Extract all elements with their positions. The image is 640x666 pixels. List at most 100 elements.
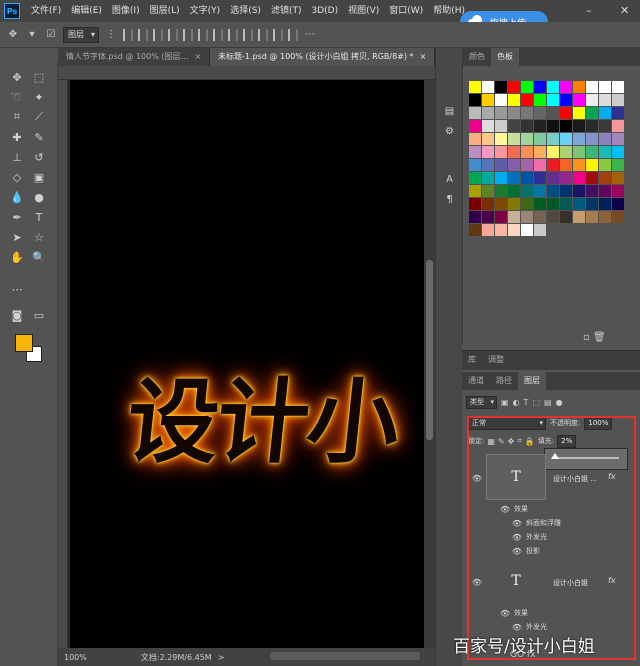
menu-select[interactable]: 选择(S): [225, 0, 266, 22]
screen-mode-icon[interactable]: ▭: [30, 306, 48, 324]
color-swatch[interactable]: [612, 159, 624, 171]
align-middle-icon[interactable]: [183, 28, 193, 41]
lock-transparent-icon[interactable]: ▦: [487, 437, 495, 446]
color-swatch[interactable]: [586, 133, 598, 145]
minimize-button[interactable]: –: [586, 4, 592, 17]
color-swatch[interactable]: [547, 211, 559, 223]
align-center-icon[interactable]: [138, 28, 148, 41]
lasso-tool-icon[interactable]: ➰: [8, 88, 26, 106]
color-swatch[interactable]: [508, 172, 520, 184]
effect-outer-glow[interactable]: 外发光: [526, 532, 547, 542]
color-swatch[interactable]: [482, 211, 494, 223]
menu-type[interactable]: 文字(Y): [185, 0, 226, 22]
color-swatch[interactable]: [495, 133, 507, 145]
color-swatch[interactable]: [534, 107, 546, 119]
color-swatch[interactable]: [482, 81, 494, 93]
marquee-tool-icon[interactable]: ⬚: [30, 68, 48, 86]
tab-color[interactable]: 颜色: [463, 48, 491, 66]
auto-select-checkbox[interactable]: ☑: [44, 28, 58, 42]
color-swatch[interactable]: [586, 185, 598, 197]
color-swatch[interactable]: [534, 133, 546, 145]
color-swatch[interactable]: [521, 146, 533, 158]
color-swatch[interactable]: [534, 185, 546, 197]
color-swatch[interactable]: [508, 81, 520, 93]
filter-smart-icon[interactable]: ▤: [544, 398, 552, 407]
color-swatch[interactable]: [534, 198, 546, 210]
dodge-tool-icon[interactable]: ●: [30, 188, 48, 206]
color-swatch[interactable]: [560, 172, 572, 184]
color-swatch[interactable]: [495, 120, 507, 132]
color-swatch[interactable]: [599, 107, 611, 119]
color-swatch[interactable]: [573, 133, 585, 145]
color-swatch[interactable]: [547, 172, 559, 184]
visibility-eye-icon[interactable]: 👁: [500, 608, 510, 618]
color-swatch[interactable]: [521, 159, 533, 171]
layer-name[interactable]: 设计小白姐: [553, 578, 588, 588]
color-swatch[interactable]: [469, 224, 481, 236]
opacity-input[interactable]: 100%: [584, 416, 613, 430]
scroll-thumb[interactable]: [426, 260, 433, 440]
distribute-left-icon[interactable]: [258, 28, 268, 41]
distribute-top-icon[interactable]: [213, 28, 223, 41]
color-swatch[interactable]: [612, 185, 624, 197]
color-swatch[interactable]: [508, 146, 520, 158]
color-swatch[interactable]: [586, 94, 598, 106]
edit-toolbar-icon[interactable]: ⋯: [8, 280, 26, 298]
color-swatch[interactable]: [469, 133, 481, 145]
character-panel-icon[interactable]: A: [442, 172, 457, 187]
color-swatch[interactable]: [482, 224, 494, 236]
history-panel-icon[interactable]: ▤: [442, 104, 457, 119]
color-swatch[interactable]: [482, 198, 494, 210]
path-select-icon[interactable]: ➤: [8, 228, 26, 246]
color-swatch[interactable]: [560, 120, 572, 132]
menu-3d[interactable]: 3D(D): [306, 0, 343, 22]
color-swatch[interactable]: [560, 159, 572, 171]
close-tab-icon[interactable]: ×: [420, 52, 427, 61]
color-swatch[interactable]: [482, 185, 494, 197]
color-swatch[interactable]: [547, 185, 559, 197]
color-swatch[interactable]: [586, 211, 598, 223]
filter-type-icon[interactable]: T: [524, 398, 529, 407]
status-menu-arrow[interactable]: >: [218, 653, 225, 662]
visibility-eye-icon[interactable]: 👁: [512, 518, 522, 528]
color-swatch[interactable]: [547, 198, 559, 210]
distribute-bottom-icon[interactable]: [243, 28, 253, 41]
menu-file[interactable]: 文件(F): [26, 0, 66, 22]
color-swatch[interactable]: [573, 107, 585, 119]
more-options-icon[interactable]: ⋯: [303, 28, 317, 42]
color-swatch[interactable]: [586, 146, 598, 158]
distribute-right-icon[interactable]: [288, 28, 298, 41]
effect-bevel-emboss[interactable]: 斜面和浮雕: [526, 518, 561, 528]
menu-image[interactable]: 图像(I): [107, 0, 145, 22]
visibility-eye-icon[interactable]: 👁: [472, 577, 482, 587]
color-swatch[interactable]: [495, 185, 507, 197]
color-swatch[interactable]: [612, 172, 624, 184]
shape-tool-icon[interactable]: ☆: [30, 228, 48, 246]
color-swatch[interactable]: [482, 146, 494, 158]
color-swatch[interactable]: [612, 120, 624, 132]
history-brush-icon[interactable]: ↺: [30, 148, 48, 166]
color-swatch[interactable]: [482, 107, 494, 119]
color-swatch[interactable]: [547, 133, 559, 145]
align-right-icon[interactable]: [153, 28, 163, 41]
distribute-center-icon[interactable]: [273, 28, 283, 41]
color-swatch[interactable]: [469, 198, 481, 210]
layer-thumbnail[interactable]: T: [486, 454, 546, 500]
eyedropper-icon[interactable]: ⟋: [30, 108, 48, 126]
brush-tool-icon[interactable]: ✎: [30, 128, 48, 146]
color-swatch[interactable]: [495, 224, 507, 236]
lock-position-icon[interactable]: ✥: [508, 437, 515, 446]
menu-window[interactable]: 窗口(W): [384, 0, 428, 22]
color-swatch[interactable]: [469, 185, 481, 197]
visibility-eye-icon[interactable]: 👁: [512, 532, 522, 542]
close-tab-icon[interactable]: ×: [195, 52, 202, 61]
paragraph-panel-icon[interactable]: ¶: [442, 192, 457, 207]
effect-outer-glow[interactable]: 外发光: [526, 622, 547, 632]
color-swatch[interactable]: [573, 120, 585, 132]
color-swatch[interactable]: [560, 146, 572, 158]
color-swatch[interactable]: [586, 120, 598, 132]
color-swatch[interactable]: [599, 146, 611, 158]
color-swatch[interactable]: [599, 133, 611, 145]
color-swatch[interactable]: [482, 159, 494, 171]
color-swatch[interactable]: [534, 94, 546, 106]
